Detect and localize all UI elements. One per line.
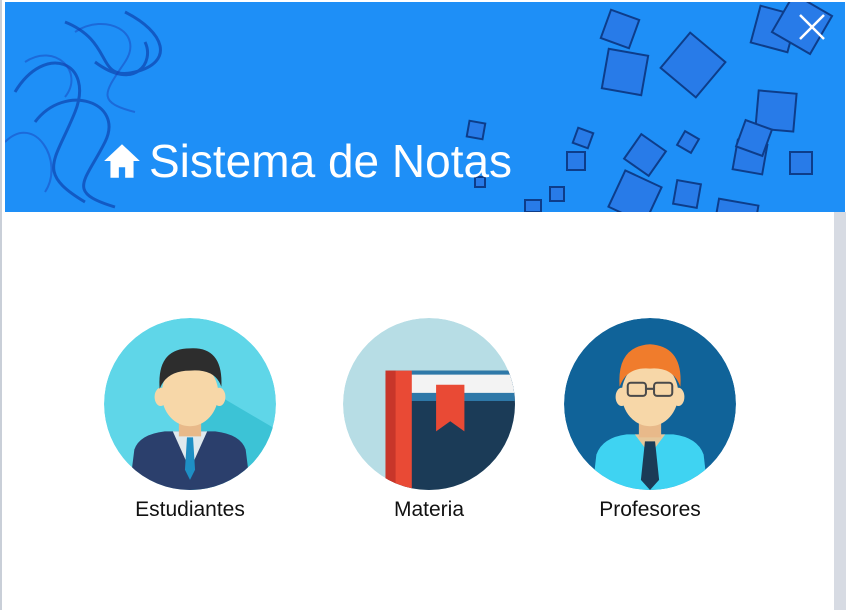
- teachers-label: Profesores: [599, 498, 701, 521]
- subject-label: Materia: [393, 498, 465, 521]
- students-button[interactable]: Estudiantes: [70, 318, 310, 522]
- book-icon: [343, 318, 515, 490]
- students-label: Estudiantes: [135, 498, 245, 521]
- student-avatar-icon: [104, 318, 276, 490]
- app-title-text: Sistema de Notas: [149, 135, 513, 187]
- header-banner: Sistema de Notas: [5, 2, 845, 212]
- home-icon: [104, 144, 140, 178]
- subject-button[interactable]: Materia: [309, 318, 549, 522]
- teacher-avatar-icon: [564, 318, 736, 490]
- teachers-button[interactable]: Profesores: [530, 318, 770, 522]
- close-icon[interactable]: [797, 12, 827, 42]
- menu-options: Estudiantes Materia Profesores: [2, 318, 846, 548]
- app-window: Sistema de Notas Estudiantes Materia Pro…: [0, 0, 846, 610]
- app-title: Sistema de Notas: [101, 138, 512, 184]
